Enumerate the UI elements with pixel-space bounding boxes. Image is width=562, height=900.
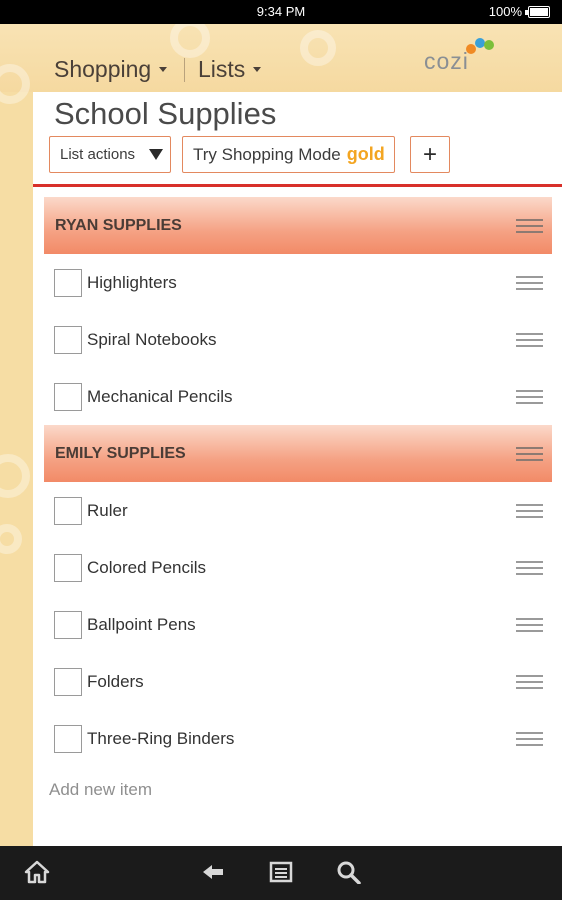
list-item[interactable]: Ballpoint Pens <box>44 596 552 653</box>
status-bar: 9:34 PM 100% <box>0 0 562 24</box>
section-header[interactable]: RYAN SUPPLIES <box>44 197 552 254</box>
drag-handle-icon[interactable] <box>516 618 543 632</box>
item-label: Ballpoint Pens <box>87 615 196 634</box>
shopping-mode-label: Try Shopping Mode <box>193 144 341 164</box>
list-actions-button[interactable]: List actions <box>49 136 171 173</box>
drag-handle-icon[interactable] <box>516 504 543 518</box>
battery-icon <box>525 6 550 18</box>
list-item[interactable]: Colored Pencils <box>44 539 552 596</box>
item-label: Colored Pencils <box>87 558 207 577</box>
item-checkbox[interactable] <box>54 497 82 525</box>
home-icon[interactable] <box>24 860 50 884</box>
list-item[interactable]: Folders <box>44 653 552 710</box>
item-label: Three-Ring Binders <box>87 729 235 748</box>
item-checkbox[interactable] <box>54 383 82 411</box>
divider <box>33 184 562 187</box>
list-item[interactable]: Spiral Notebooks <box>44 311 552 368</box>
section-title: RYAN SUPPLIES <box>55 216 182 234</box>
system-nav-bar <box>0 846 562 900</box>
list-actions-label: List actions <box>60 146 136 163</box>
decor-bubble <box>0 524 22 554</box>
app-area: Shopping Lists cozi School Supplies List… <box>0 24 562 846</box>
drag-handle-icon[interactable] <box>516 333 543 347</box>
item-checkbox[interactable] <box>54 326 82 354</box>
triangle-down-icon <box>149 149 164 160</box>
item-checkbox[interactable] <box>54 554 82 582</box>
search-icon[interactable] <box>336 860 362 884</box>
drag-handle-icon[interactable] <box>516 561 543 575</box>
item-checkbox[interactable] <box>54 725 82 753</box>
shopping-list: RYAN SUPPLIES Highlighters Spiral Notebo… <box>44 197 552 767</box>
cozi-logo-mark-icon <box>466 38 496 56</box>
list-item[interactable]: Mechanical Pencils <box>44 368 552 425</box>
list-item[interactable]: Ruler <box>44 482 552 539</box>
item-checkbox[interactable] <box>54 269 82 297</box>
decor-bubble <box>300 30 336 66</box>
add-new-item-input[interactable]: Add new item <box>49 780 152 800</box>
try-shopping-mode-button[interactable]: Try Shopping Mode gold <box>182 136 395 173</box>
status-time: 9:34 PM <box>256 4 306 19</box>
item-label: Spiral Notebooks <box>87 330 217 349</box>
drag-handle-icon[interactable] <box>516 390 543 404</box>
caret-down-icon <box>253 67 262 72</box>
lists-nav-dropdown[interactable]: Lists <box>198 56 262 83</box>
page-title: School Supplies <box>54 96 277 131</box>
section-title: EMILY SUPPLIES <box>55 444 186 462</box>
shopping-nav-label: Shopping <box>54 56 152 82</box>
item-checkbox[interactable] <box>54 668 82 696</box>
cozi-logo: cozi <box>424 48 469 74</box>
drag-handle-icon[interactable] <box>516 447 543 461</box>
list-item[interactable]: Highlighters <box>44 254 552 311</box>
drag-handle-icon[interactable] <box>516 732 543 746</box>
section-header[interactable]: EMILY SUPPLIES <box>44 425 552 482</box>
back-icon[interactable] <box>200 860 226 884</box>
item-label: Mechanical Pencils <box>87 387 233 406</box>
item-label: Highlighters <box>87 273 177 292</box>
item-checkbox[interactable] <box>54 611 82 639</box>
item-label: Ruler <box>87 501 128 520</box>
decor-bubble <box>0 454 30 498</box>
drag-handle-icon[interactable] <box>516 219 543 233</box>
list-item[interactable]: Three-Ring Binders <box>44 710 552 767</box>
item-label: Folders <box>87 672 144 691</box>
list-panel: School Supplies List actions Try Shoppin… <box>33 92 562 846</box>
lists-nav-label: Lists <box>198 56 246 82</box>
menu-icon[interactable] <box>268 860 294 884</box>
nav-divider <box>184 58 185 82</box>
drag-handle-icon[interactable] <box>516 276 543 290</box>
gold-badge: gold <box>346 144 385 164</box>
battery-level: 100% <box>488 4 522 19</box>
add-button[interactable]: + <box>410 136 450 173</box>
caret-down-icon <box>159 67 168 72</box>
drag-handle-icon[interactable] <box>516 675 543 689</box>
shopping-nav-dropdown[interactable]: Shopping <box>54 56 168 83</box>
